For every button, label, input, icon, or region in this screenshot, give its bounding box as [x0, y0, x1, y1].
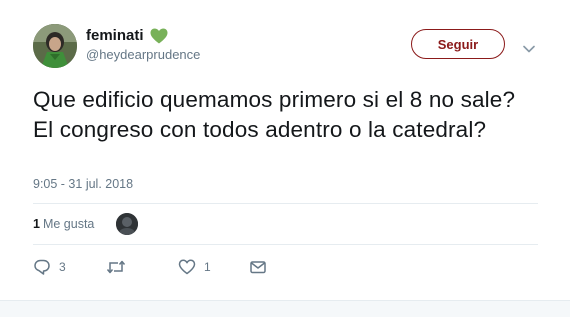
tweet-card: feminati @heydearprudence Seguir Que edi…	[0, 0, 570, 317]
retweet-icon	[106, 258, 126, 276]
green-heart-icon	[150, 28, 168, 44]
reply-button[interactable]: 3	[33, 258, 66, 276]
author-handle[interactable]: @heydearprudence	[86, 47, 200, 62]
author-name-row: feminati	[86, 27, 168, 44]
follow-button[interactable]: Seguir	[411, 29, 505, 59]
reply-icon	[33, 258, 51, 276]
divider	[33, 203, 538, 204]
author-avatar[interactable]	[33, 24, 77, 68]
divider	[33, 244, 538, 245]
likes-count: 1	[33, 217, 40, 231]
likes-label: Me gusta	[42, 217, 95, 231]
envelope-icon	[249, 258, 267, 276]
like-count: 1	[204, 260, 211, 274]
reply-count: 3	[59, 260, 66, 274]
liker-avatar[interactable]	[116, 213, 138, 235]
tweet-timestamp[interactable]: 9:05 - 31 jul. 2018	[33, 177, 133, 191]
likes-summary[interactable]: 1 Me gusta	[33, 213, 94, 235]
like-button[interactable]: 1	[178, 258, 211, 276]
tweet-text: Que edificio quemamos primero si el 8 no…	[33, 87, 516, 142]
bottom-band	[0, 300, 570, 317]
retweet-button[interactable]	[106, 258, 134, 276]
heart-icon	[178, 258, 196, 276]
direct-message-button[interactable]	[249, 258, 267, 276]
author-display-name[interactable]: feminati	[86, 27, 144, 44]
chevron-down-icon[interactable]	[523, 40, 535, 53]
